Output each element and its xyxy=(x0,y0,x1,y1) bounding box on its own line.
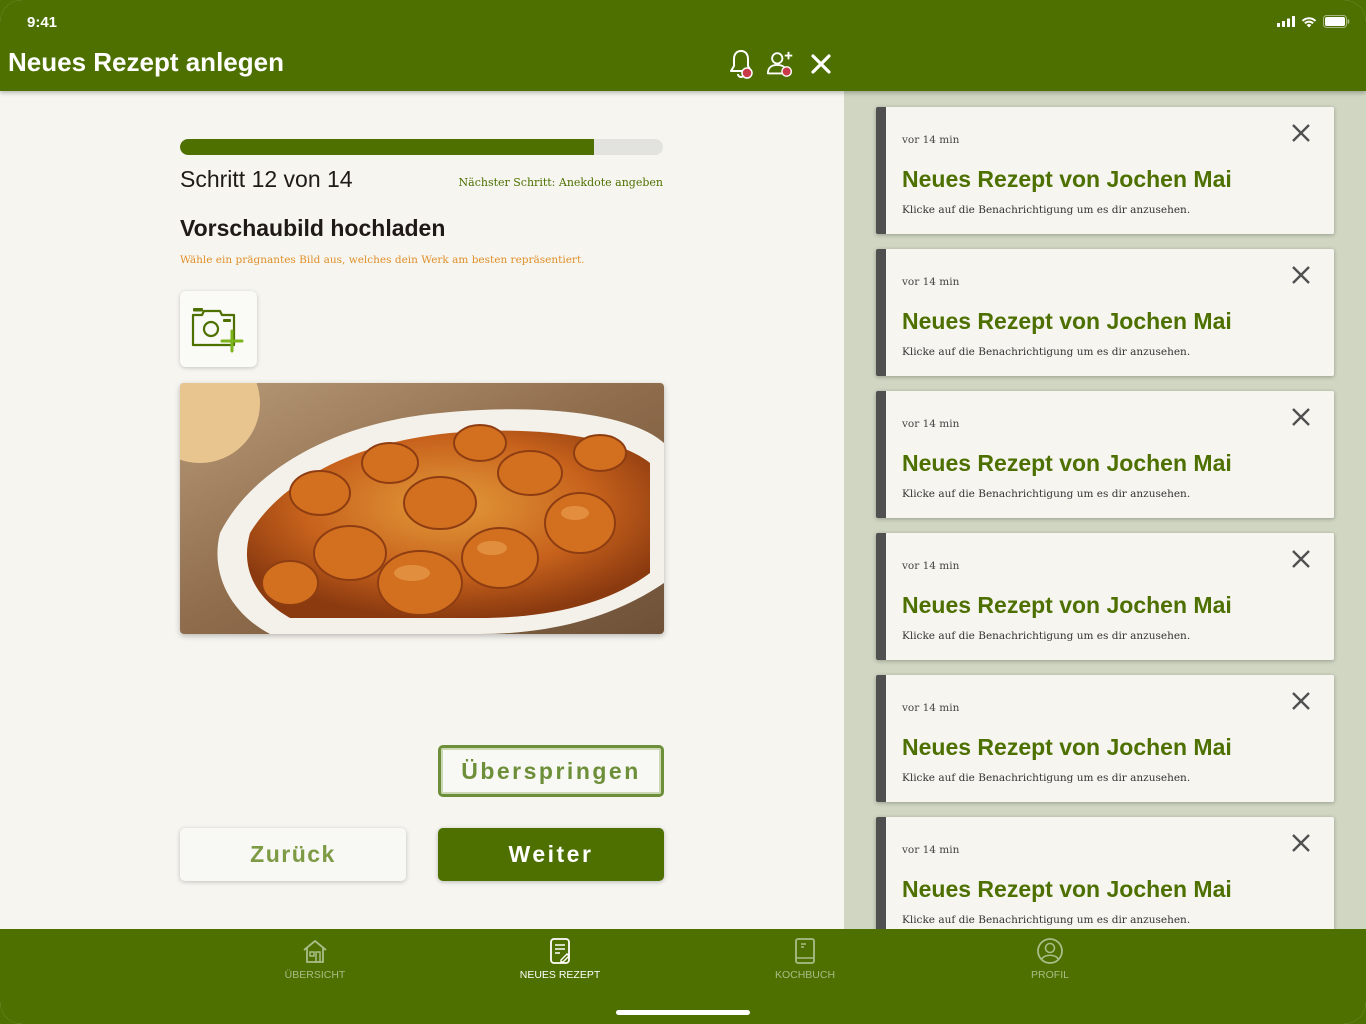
close-icon[interactable] xyxy=(806,48,836,80)
notification-time: vor 14 min xyxy=(902,418,960,430)
notification-card[interactable]: vor 14 min Neues Rezept von Jochen Mai K… xyxy=(876,533,1334,660)
next-button[interactable]: Weiter xyxy=(438,828,664,881)
header-actions xyxy=(726,48,836,80)
home-icon xyxy=(301,937,329,965)
progress-bar xyxy=(180,139,663,155)
notification-text: Klicke auf die Benachrichtigung um es di… xyxy=(902,914,1191,926)
notification-text: Klicke auf die Benachrichtigung um es di… xyxy=(902,772,1191,784)
next-step-hint: Nächster Schritt: Anekdote angeben xyxy=(458,176,663,189)
section-subtitle: Wähle ein prägnantes Bild aus, welches d… xyxy=(180,254,585,266)
profile-icon xyxy=(1036,937,1064,965)
notification-time: vor 14 min xyxy=(902,134,960,146)
status-icons xyxy=(1277,15,1350,28)
notification-text: Klicke auf die Benachrichtigung um es di… xyxy=(902,630,1191,642)
nav-label: ÜBERSICHT xyxy=(284,969,346,981)
notification-text: Klicke auf die Benachrichtigung um es di… xyxy=(902,488,1191,500)
signal-icon xyxy=(1277,16,1295,27)
status-time: 9:41 xyxy=(27,14,58,31)
skip-button[interactable]: Überspringen xyxy=(438,745,664,797)
notification-time: vor 14 min xyxy=(902,560,960,572)
wizard-panel: Schritt 12 von 14 Nächster Schritt: Anek… xyxy=(0,91,844,929)
notification-time: vor 14 min xyxy=(902,276,960,288)
nav-label: PROFIL xyxy=(1031,969,1069,981)
notification-time: vor 14 min xyxy=(902,844,960,856)
upload-photo-button[interactable] xyxy=(180,291,257,367)
battery-icon xyxy=(1323,15,1350,28)
cookbook-icon xyxy=(794,937,816,965)
notification-card[interactable]: vor 14 min Neues Rezept von Jochen Mai K… xyxy=(876,249,1334,376)
home-indicator[interactable] xyxy=(616,1010,750,1015)
page-title: Neues Rezept anlegen xyxy=(8,47,284,77)
notification-text: Klicke auf die Benachrichtigung um es di… xyxy=(902,346,1191,358)
preview-image xyxy=(180,383,664,634)
progress-fill xyxy=(180,139,594,155)
close-icon[interactable] xyxy=(1288,120,1314,146)
notification-title: Neues Rezept von Jochen Mai xyxy=(902,734,1232,760)
notification-card[interactable]: vor 14 min Neues Rezept von Jochen Mai K… xyxy=(876,391,1334,518)
notification-title: Neues Rezept von Jochen Mai xyxy=(902,592,1232,618)
back-button[interactable]: Zurück xyxy=(180,828,406,881)
app-frame: 9:41 Neues Rezept anlegen Schritt 12 von… xyxy=(0,0,1366,1024)
notification-title: Neues Rezept von Jochen Mai xyxy=(902,450,1232,476)
section-title: Vorschaubild hochladen xyxy=(180,215,446,241)
nav-item-profile[interactable]: PROFIL xyxy=(970,937,1130,981)
top-bar: 9:41 Neues Rezept anlegen xyxy=(0,0,1366,91)
notification-card[interactable]: vor 14 min Neues Rezept von Jochen Mai K… xyxy=(876,675,1334,802)
notification-card[interactable]: vor 14 min Neues Rezept von Jochen Mai K… xyxy=(876,107,1334,234)
close-icon[interactable] xyxy=(1288,546,1314,572)
nav-item-cookbook[interactable]: KOCHBUCH xyxy=(725,937,885,981)
notification-title: Neues Rezept von Jochen Mai xyxy=(902,308,1232,334)
bottom-nav: ÜBERSICHT NEUES REZEPT KOCHBUCH PROFIL xyxy=(0,929,1366,1024)
notification-title: Neues Rezept von Jochen Mai xyxy=(902,166,1232,192)
add-photo-icon xyxy=(191,308,243,353)
nav-item-new-recipe[interactable]: NEUES REZEPT xyxy=(480,937,640,981)
notification-text: Klicke auf die Benachrichtigung um es di… xyxy=(902,204,1191,216)
wifi-icon xyxy=(1301,16,1317,27)
close-icon[interactable] xyxy=(1288,830,1314,856)
bell-icon[interactable] xyxy=(726,48,756,80)
notification-title: Neues Rezept von Jochen Mai xyxy=(902,876,1232,902)
step-label: Schritt 12 von 14 xyxy=(180,166,353,192)
notification-time: vor 14 min xyxy=(902,702,960,714)
nav-item-overview[interactable]: ÜBERSICHT xyxy=(235,937,395,981)
close-icon[interactable] xyxy=(1288,404,1314,430)
nav-label: KOCHBUCH xyxy=(774,969,836,981)
notification-panel: vor 14 min Neues Rezept von Jochen Mai K… xyxy=(844,91,1366,929)
close-icon[interactable] xyxy=(1288,688,1314,714)
add-user-icon[interactable] xyxy=(766,48,796,80)
close-icon[interactable] xyxy=(1288,262,1314,288)
new-recipe-icon xyxy=(548,937,572,965)
nav-label: NEUES REZEPT xyxy=(519,969,601,981)
notification-card[interactable]: vor 14 min Neues Rezept von Jochen Mai K… xyxy=(876,817,1334,929)
